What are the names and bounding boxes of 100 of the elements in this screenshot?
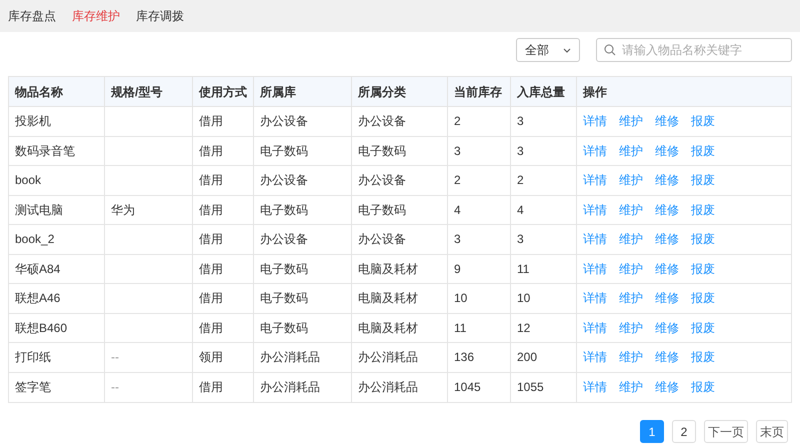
action-link[interactable]: 报废 — [691, 318, 715, 337]
action-link[interactable]: 详情 — [583, 112, 607, 130]
action-link[interactable]: 维护 — [619, 230, 643, 248]
table-cell-text: 2 — [454, 113, 461, 130]
action-link[interactable]: 维修 — [655, 200, 679, 219]
page-button[interactable]: 1 — [640, 420, 664, 443]
table-cell-text: 电子数码 — [260, 320, 308, 337]
action-link[interactable]: 详情 — [583, 348, 607, 366]
pager-button[interactable]: 末页 — [756, 420, 788, 443]
action-link[interactable]: 维护 — [619, 200, 643, 219]
table-cell-text: 借用 — [199, 113, 223, 130]
action-link[interactable]: 维护 — [619, 289, 643, 308]
table-cell-text: 电子数码 — [260, 260, 308, 278]
table-cell-text: 借用 — [199, 202, 223, 219]
action-link[interactable]: 报废 — [691, 112, 715, 130]
table-cell-text: 1055 — [517, 379, 544, 396]
action-link[interactable]: 报废 — [691, 348, 715, 366]
column-header: 物品名称 — [15, 84, 63, 100]
table-cell-text: 电脑及耗材 — [358, 290, 418, 308]
nav-tab[interactable]: 库存维护 — [72, 7, 120, 25]
table-cell-text: 10 — [454, 290, 468, 308]
action-link[interactable]: 详情 — [583, 200, 607, 219]
table-cell-text: 办公消耗品 — [260, 379, 320, 396]
table-cell-text: 3 — [454, 142, 461, 160]
table-cell-text: 办公消耗品 — [358, 349, 418, 366]
action-link[interactable]: 维护 — [619, 260, 643, 278]
table-cell-text: 电子数码 — [260, 290, 308, 308]
table-cell-text: 电脑及耗材 — [358, 260, 418, 278]
table-cell-text: 12 — [517, 320, 530, 337]
table-cell-text: -- — [111, 349, 119, 366]
column-header: 入库总量 — [517, 84, 565, 100]
table-cell-text: 借用 — [199, 320, 223, 337]
action-link[interactable]: 维修 — [655, 318, 679, 337]
action-link[interactable]: 维护 — [619, 378, 643, 396]
action-link[interactable]: 维修 — [655, 230, 679, 248]
page-button[interactable]: 2 — [672, 420, 696, 443]
table-cell-text: 电脑及耗材 — [358, 320, 418, 337]
table-cell-text: 办公设备 — [260, 113, 308, 130]
action-link[interactable]: 报废 — [691, 378, 715, 396]
action-link[interactable]: 维修 — [655, 171, 679, 190]
table-cell-text: 华硕A84 — [15, 260, 60, 278]
action-link[interactable]: 维修 — [655, 142, 679, 160]
column-header: 使用方式 — [199, 84, 247, 100]
action-link[interactable]: 维护 — [619, 171, 643, 190]
action-link[interactable]: 维护 — [619, 142, 643, 160]
table-cell-text: 借用 — [199, 172, 223, 190]
action-link[interactable]: 详情 — [583, 142, 607, 160]
column-header: 所属分类 — [358, 84, 406, 100]
table-cell-text: 办公消耗品 — [358, 379, 418, 396]
table-cell-text: 测试电脑 — [15, 202, 63, 219]
column-header: 规格/型号 — [111, 84, 162, 100]
action-link[interactable]: 报废 — [691, 171, 715, 190]
table-cell-text: 办公设备 — [260, 172, 308, 190]
action-link[interactable]: 维修 — [655, 260, 679, 278]
action-link[interactable]: 详情 — [583, 171, 607, 190]
table-cell-text: 华为 — [111, 202, 135, 219]
table-cell-text: 4 — [454, 202, 461, 219]
nav-tab[interactable]: 库存盘点 — [8, 7, 56, 25]
action-link[interactable]: 详情 — [583, 260, 607, 278]
action-link[interactable]: 维修 — [655, 289, 679, 308]
action-link[interactable]: 维护 — [619, 318, 643, 337]
action-link[interactable]: 维护 — [619, 348, 643, 366]
table-cell-text: 11 — [517, 260, 530, 278]
table-cell-text: 办公设备 — [358, 231, 406, 248]
action-link[interactable]: 维修 — [655, 378, 679, 396]
table-cell-text: 借用 — [199, 142, 223, 160]
action-link[interactable]: 详情 — [583, 289, 607, 308]
table-cell-text: 3 — [517, 113, 524, 130]
table-cell-text: 借用 — [199, 260, 223, 278]
action-link[interactable]: 维修 — [655, 348, 679, 366]
action-link[interactable]: 报废 — [691, 142, 715, 160]
action-link[interactable]: 报废 — [691, 200, 715, 219]
table-cell-text: 4 — [517, 202, 524, 219]
table-cell-text: 电子数码 — [260, 142, 308, 160]
action-link[interactable]: 维修 — [655, 112, 679, 130]
column-header: 当前库存 — [454, 84, 502, 100]
table-cell-text: 办公设备 — [260, 231, 308, 248]
table-cell-text: 数码录音笔 — [15, 142, 75, 160]
action-link[interactable]: 详情 — [583, 378, 607, 396]
table-cell-text: 2 — [517, 172, 524, 190]
action-link[interactable]: 报废 — [691, 230, 715, 248]
search-field[interactable]: 请输入物品名称关键字 — [596, 38, 792, 62]
table-cell-text: 领用 — [199, 349, 223, 366]
table-cell-text: 电子数码 — [260, 202, 308, 219]
table-cell-text: 200 — [517, 349, 538, 366]
table-cell-text: 电子数码 — [358, 202, 406, 219]
table-cell-text: 借用 — [199, 231, 223, 248]
table-cell-text: 136 — [454, 349, 474, 366]
action-link[interactable]: 详情 — [583, 230, 607, 248]
category-dropdown[interactable]: 全部 — [516, 38, 580, 62]
column-header: 所属库 — [260, 84, 296, 100]
column-header: 操作 — [583, 84, 607, 100]
action-link[interactable]: 报废 — [691, 260, 715, 278]
action-link[interactable]: 详情 — [583, 318, 607, 337]
pager-button[interactable]: 下一页 — [704, 420, 748, 443]
nav-tab[interactable]: 库存调拨 — [136, 7, 184, 25]
action-link[interactable]: 维护 — [619, 112, 643, 130]
table-cell-text: 办公消耗品 — [260, 349, 320, 366]
action-link[interactable]: 报废 — [691, 289, 715, 308]
table-cell-text: 借用 — [199, 290, 223, 308]
